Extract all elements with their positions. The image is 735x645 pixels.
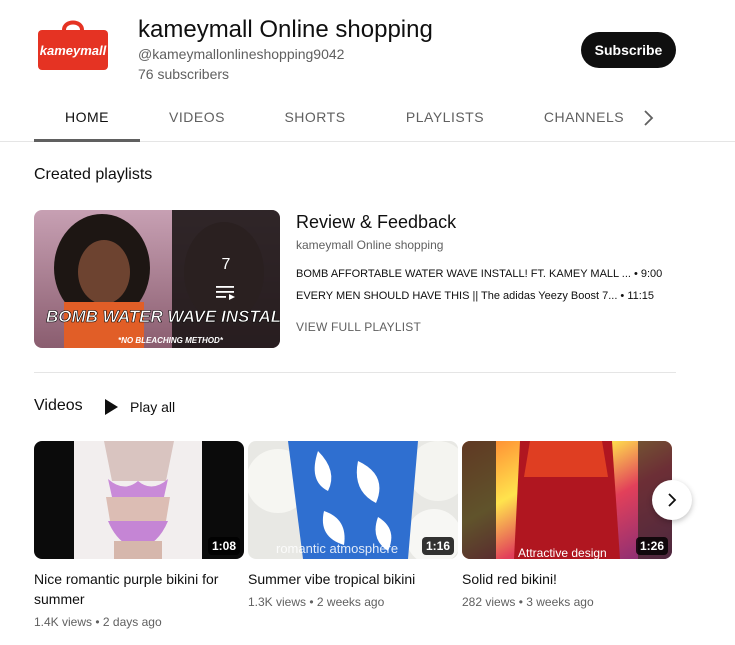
video-title[interactable]: Summer vibe tropical bikini bbox=[248, 569, 458, 589]
tab-shorts[interactable]: SHORTS bbox=[272, 96, 358, 142]
playlist-item[interactable]: EVERY MEN SHOULD HAVE THIS || The adidas… bbox=[296, 290, 676, 302]
upload-age: 3 weeks ago bbox=[526, 595, 594, 609]
section-divider bbox=[34, 372, 676, 373]
tab-playlists[interactable]: PLAYLISTS bbox=[394, 96, 496, 142]
video-title[interactable]: Nice romantic purple bikini for summer bbox=[34, 569, 244, 609]
playlist-owner[interactable]: kameymall Online shopping bbox=[296, 238, 443, 252]
view-count: 1.4K views bbox=[34, 615, 93, 629]
video-meta: 282 views • 3 weeks ago bbox=[462, 595, 594, 609]
thumb-overlay-text: romantic atmosphere bbox=[276, 541, 398, 556]
video-duration: 1:26 bbox=[635, 537, 668, 555]
subscriber-count: 76 subscribers bbox=[138, 66, 230, 82]
upload-age: 2 weeks ago bbox=[316, 595, 385, 609]
channel-logo[interactable]: kameymall bbox=[38, 16, 108, 70]
channel-header: kameymall kameymall Online shopping @kam… bbox=[0, 0, 735, 96]
playlist-count: 7 bbox=[222, 256, 231, 273]
playlist-item-title: BOMB AFFORTABLE WATER WAVE INSTALL! FT. … bbox=[296, 268, 631, 280]
videos-heading[interactable]: Videos bbox=[34, 397, 83, 415]
view-count: 1.3K views bbox=[248, 595, 307, 609]
playlist-item-duration: • 11:15 bbox=[620, 290, 655, 302]
channel-tabs: HOME VIDEOS SHORTS PLAYLISTS CHANNELS bbox=[0, 96, 735, 142]
video-thumbnail[interactable]: Attractive design 1:26 bbox=[462, 441, 672, 559]
channel-title: kameymall Online shopping bbox=[138, 16, 433, 43]
video-thumbnail[interactable]: romantic atmosphere 1:16 bbox=[248, 441, 458, 559]
carousel-next-button[interactable] bbox=[652, 480, 692, 520]
channel-handle: @kameymallonlineshopping9042 bbox=[138, 46, 345, 62]
playlist-item[interactable]: BOMB AFFORTABLE WATER WAVE INSTALL! FT. … bbox=[296, 268, 676, 280]
video-meta: 1.3K views • 2 weeks ago bbox=[248, 595, 385, 609]
thumb-caption: BOMB WATER WAVE INSTALL bbox=[46, 307, 280, 326]
created-playlists-heading: Created playlists bbox=[34, 166, 153, 183]
chevron-right-icon bbox=[668, 493, 677, 507]
subscribe-button[interactable]: Subscribe bbox=[581, 32, 676, 68]
playlist-item-duration: • 9:00 bbox=[633, 268, 663, 280]
view-count: 282 views bbox=[462, 595, 516, 609]
chevron-right-icon[interactable] bbox=[638, 108, 658, 128]
tab-home[interactable]: HOME bbox=[34, 96, 140, 142]
play-icon bbox=[105, 399, 118, 415]
tab-channels[interactable]: CHANNELS bbox=[532, 96, 636, 142]
video-meta: 1.4K views • 2 days ago bbox=[34, 615, 162, 629]
tab-videos[interactable]: VIDEOS bbox=[158, 96, 236, 142]
playlist-item-title: EVERY MEN SHOULD HAVE THIS || The adidas… bbox=[296, 290, 618, 302]
view-full-playlist-link[interactable]: VIEW FULL PLAYLIST bbox=[296, 320, 421, 334]
video-card[interactable]: Attractive design 1:26 Solid red bikini!… bbox=[462, 441, 672, 609]
playlist-title[interactable]: Review & Feedback bbox=[296, 212, 456, 233]
video-title[interactable]: Solid red bikini! bbox=[462, 569, 672, 589]
video-duration: 1:08 bbox=[207, 537, 240, 555]
logo-text: kameymall bbox=[40, 43, 107, 58]
play-all-button[interactable]: Play all bbox=[104, 396, 175, 418]
thumb-overlay-text: Attractive design bbox=[518, 546, 607, 559]
upload-age: 2 days ago bbox=[102, 615, 162, 629]
video-thumbnail[interactable]: 1:08 bbox=[34, 441, 244, 559]
thumb-subcaption: *NO BLEACHING METHOD* bbox=[118, 336, 224, 345]
play-all-label: Play all bbox=[130, 399, 176, 415]
video-card[interactable]: 1:08 Nice romantic purple bikini for sum… bbox=[34, 441, 244, 629]
playlist-thumbnail[interactable]: 7 BOMB WATER WAVE INSTALL *NO BLEACHING … bbox=[34, 210, 280, 348]
video-duration: 1:16 bbox=[421, 537, 454, 555]
video-card[interactable]: romantic atmosphere 1:16 Summer vibe tro… bbox=[248, 441, 458, 609]
shopping-bag-icon: kameymall bbox=[38, 20, 108, 70]
